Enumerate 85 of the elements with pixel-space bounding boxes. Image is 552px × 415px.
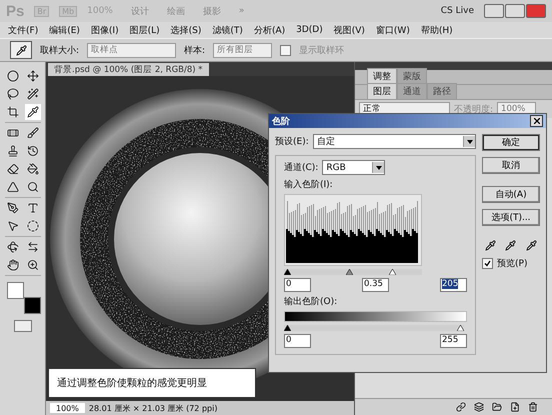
menu-item[interactable]: 编辑(E) — [49, 24, 80, 36]
eyedropper-icon[interactable] — [526, 240, 538, 251]
menu-item[interactable]: 滤镜(T) — [212, 24, 243, 36]
highlight-slider[interactable] — [388, 269, 396, 275]
sample-size-label: 取样大小: — [40, 44, 80, 56]
channel-label: 通道(C): — [284, 162, 318, 174]
dialog-button[interactable]: 确定 — [482, 134, 540, 151]
menu-item[interactable]: 选择(S) — [170, 24, 202, 36]
zoom-field[interactable]: 100% — [50, 403, 85, 413]
panel-tab[interactable]: 调整 — [367, 68, 397, 84]
shadow-slider[interactable] — [284, 325, 291, 331]
rotate-icon[interactable] — [4, 239, 20, 255]
output-levels-label: 输出色阶(O): — [284, 296, 338, 308]
panel-collapse-bar[interactable] — [355, 62, 552, 70]
dashed-circle-icon[interactable] — [24, 218, 40, 234]
panel-tab[interactable]: 通道 — [397, 83, 427, 99]
panel-tab[interactable]: 蒙版 — [397, 68, 427, 84]
caption-text: 通过调整色阶使颗粒的感觉更明显 — [48, 368, 256, 398]
lasso-icon[interactable] — [4, 86, 20, 102]
show-ring-checkbox[interactable] — [280, 44, 292, 56]
maximize-button[interactable] — [505, 4, 525, 18]
input-level-field[interactable]: 0 — [284, 278, 311, 292]
magic-wand-icon[interactable] — [24, 86, 40, 102]
show-ring-label: 显示取样环 — [299, 44, 344, 56]
menu-item[interactable]: 分析(A) — [254, 24, 286, 36]
hand-icon[interactable] — [4, 257, 20, 273]
shadow-slider[interactable] — [284, 269, 291, 275]
menu-item[interactable]: 3D(D) — [296, 25, 323, 35]
caret-icon — [466, 140, 472, 144]
input-level-field[interactable]: 205 — [440, 278, 467, 292]
highlight-slider[interactable] — [457, 325, 464, 331]
preset-dropdown[interactable]: 自定 — [312, 134, 476, 149]
eyedropper-icon — [16, 44, 26, 56]
menu-item[interactable]: 视图(V) — [334, 24, 365, 36]
dialog-button[interactable]: 选项(T)... — [482, 209, 540, 226]
input-level-field[interactable]: 0.35 — [362, 278, 389, 292]
document-tab[interactable]: 背景.psd @ 100% (图层 2, RGB/8) * — [48, 63, 209, 76]
crop-icon[interactable] — [4, 104, 20, 120]
sample-dropdown[interactable]: 所有图层 — [213, 42, 272, 58]
caret-icon — [376, 166, 382, 170]
midtone-slider[interactable] — [346, 269, 353, 275]
menu-item[interactable]: 文件(F) — [8, 24, 38, 36]
output-level-field[interactable]: 0 — [284, 334, 311, 348]
tool-preset-picker[interactable] — [10, 41, 32, 59]
layers-icon[interactable] — [474, 402, 484, 412]
sample-label: 样本: — [184, 44, 206, 56]
cs-live-menu[interactable]: CS Live — [440, 6, 474, 16]
eraser-icon[interactable] — [4, 161, 20, 177]
sample-size-dropdown[interactable]: 取样点 — [87, 42, 176, 58]
output-level-field[interactable]: 255 — [440, 334, 467, 348]
quick-mask-button[interactable] — [14, 320, 32, 332]
menu-item[interactable]: 帮助(H) — [420, 24, 453, 36]
foreground-color-swatch[interactable] — [6, 282, 24, 299]
minimize-button[interactable] — [484, 4, 504, 18]
document-size-info: 28.01 厘米 × 21.03 厘米 (72 ppi) — [88, 402, 218, 414]
new-layer-icon[interactable] — [510, 402, 520, 412]
marquee-icon[interactable] — [4, 68, 20, 84]
dialog-title: 色阶 — [272, 116, 290, 128]
panel-tab[interactable]: 图层 — [367, 83, 397, 99]
move-icon[interactable] — [24, 68, 40, 84]
eyedropper-icon[interactable] — [24, 104, 40, 120]
input-levels-label: 输入色阶(I): — [284, 178, 334, 191]
preview-checkbox[interactable] — [482, 258, 493, 269]
triangle-icon[interactable] — [4, 179, 20, 195]
close-icon — [534, 118, 540, 124]
eyedropper-icon[interactable] — [484, 240, 496, 251]
link-icon[interactable] — [456, 402, 466, 412]
dialog-button[interactable]: 自动(A) — [482, 186, 540, 203]
background-color-swatch[interactable] — [24, 297, 40, 314]
panel-tab[interactable]: 路径 — [427, 83, 457, 99]
preset-label: 预设(E): — [275, 136, 309, 148]
menu-item[interactable]: 图层(L) — [130, 24, 160, 36]
preview-label: 预览(P) — [497, 258, 528, 270]
brush-icon[interactable] — [24, 125, 40, 141]
folder-icon[interactable] — [492, 402, 502, 412]
pen-icon[interactable] — [4, 200, 20, 216]
menu-item[interactable]: 窗口(W) — [376, 24, 410, 36]
trash-icon[interactable] — [528, 402, 538, 412]
paint-bucket-icon[interactable] — [24, 161, 40, 177]
channel-dropdown[interactable]: RGB — [322, 160, 386, 175]
dialog-button[interactable]: 取消 — [482, 157, 540, 174]
menu-item[interactable]: 图像(I) — [90, 24, 119, 36]
eyedropper-icon[interactable] — [505, 240, 516, 251]
opacity-label: 不透明度: — [454, 104, 494, 116]
close-button[interactable] — [530, 115, 543, 127]
